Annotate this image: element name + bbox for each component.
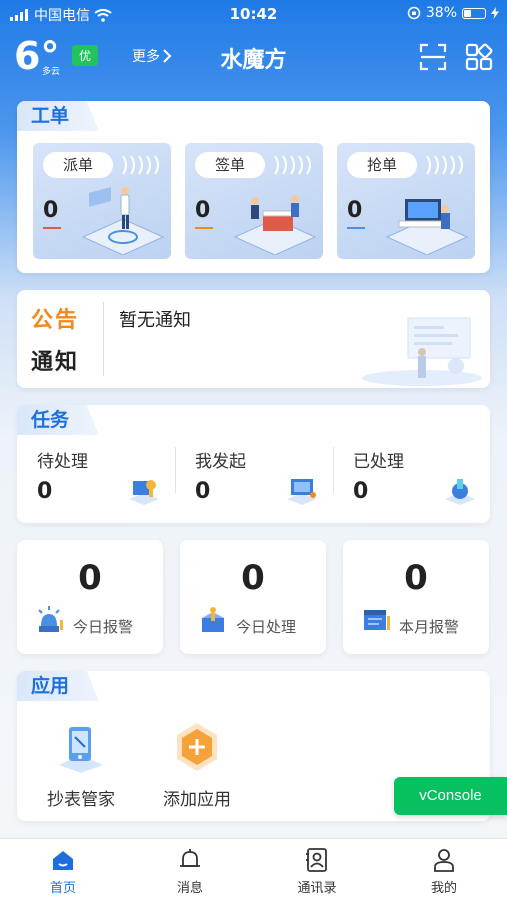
stat-month-alarm-count: 0 xyxy=(404,558,428,598)
grab-accent xyxy=(347,227,365,229)
bottom-tab-bar: 首页 消息 通讯录 我的 xyxy=(0,838,507,900)
work-order-card: 工单 派单 0 签单 0 抢单 0 xyxy=(17,101,490,273)
task-pending-label: 待处理 xyxy=(37,452,88,472)
month-calendar-icon xyxy=(364,610,390,630)
stat-today-alarm-count: 0 xyxy=(78,558,102,598)
stat-today-handled-label: 今日处理 xyxy=(236,618,297,636)
contacts-icon xyxy=(306,848,327,872)
sign-accent xyxy=(195,227,213,229)
sign-label: 签单 xyxy=(195,152,265,178)
status-bar: 中国电信 10:42 38% xyxy=(0,0,507,28)
stat-today-handled[interactable]: 0 今日处理 xyxy=(180,540,326,654)
scan-icon[interactable] xyxy=(418,42,448,72)
notice-title-line1: 公告 xyxy=(31,308,80,333)
handled-box-icon xyxy=(202,607,224,632)
work-order-title: 工单 xyxy=(17,101,100,131)
stat-today-alarm-label: 今日报警 xyxy=(73,618,134,636)
meter-reading-icon xyxy=(59,727,103,773)
task-title: 任务 xyxy=(17,405,100,435)
pending-task-icon xyxy=(129,480,159,505)
grab-tile[interactable]: 抢单 0 xyxy=(337,143,475,259)
status-right: 38% xyxy=(407,5,499,21)
apps-title: 应用 xyxy=(17,671,100,701)
notice-divider xyxy=(103,302,104,376)
waves-icon xyxy=(122,155,159,175)
tab-home-label: 首页 xyxy=(49,881,76,896)
processed-task-icon xyxy=(445,479,475,505)
person-icon xyxy=(434,849,454,872)
notice-card[interactable]: 公告 通知 暂无通知 xyxy=(17,290,490,388)
task-pending[interactable]: 待处理 0 xyxy=(17,445,175,515)
sign-illustration-icon xyxy=(233,195,317,255)
stat-today-alarm[interactable]: 0 今日报警 xyxy=(17,540,163,654)
app-meter-reading[interactable]: 抄表管家 xyxy=(31,717,131,813)
orientation-lock-icon xyxy=(407,6,421,20)
battery-percent: 38% xyxy=(425,5,457,21)
header: 6° 多云 优 更多 水魔方 xyxy=(0,30,507,86)
home-icon xyxy=(53,851,73,870)
waves-icon xyxy=(274,155,311,175)
sign-tile[interactable]: 签单 0 xyxy=(185,143,323,259)
alarm-siren-icon xyxy=(38,606,63,632)
app-add-label: 添加应用 xyxy=(163,790,231,810)
task-processed-label: 已处理 xyxy=(353,452,404,472)
notice-text: 暂无通知 xyxy=(119,310,191,331)
stat-month-alarm[interactable]: 0 本月报警 xyxy=(343,540,489,654)
initiated-task-icon xyxy=(287,479,317,505)
tab-profile-label: 我的 xyxy=(430,881,457,896)
battery-icon xyxy=(462,7,486,19)
dispatch-count: 0 xyxy=(43,198,59,223)
tab-contacts-label: 通讯录 xyxy=(297,881,337,896)
task-initiated-label: 我发起 xyxy=(195,452,246,472)
app-add[interactable]: 添加应用 xyxy=(147,717,247,813)
task-card: 任务 待处理 0 我发起 0 已处理 0 xyxy=(17,405,490,523)
dispatch-illustration-icon xyxy=(81,186,165,255)
vconsole-button[interactable]: vConsole xyxy=(394,777,507,815)
notice-illustration-icon xyxy=(362,317,482,386)
charging-icon xyxy=(491,7,499,19)
stat-month-alarm-label: 本月报警 xyxy=(399,618,460,636)
notice-title-line2: 通知 xyxy=(31,350,80,375)
dispatch-accent xyxy=(43,227,61,229)
task-processed[interactable]: 已处理 0 xyxy=(333,445,491,515)
grab-illustration-icon xyxy=(385,199,469,255)
dispatch-label: 派单 xyxy=(43,152,113,178)
add-app-icon xyxy=(177,723,217,771)
task-initiated-count: 0 xyxy=(195,479,211,504)
grab-label: 抢单 xyxy=(347,152,417,178)
waves-icon xyxy=(426,155,463,175)
app-meter-reading-label: 抄表管家 xyxy=(47,790,115,810)
bell-icon xyxy=(180,849,200,867)
stat-today-handled-count: 0 xyxy=(241,558,265,598)
tab-messages-label: 消息 xyxy=(176,881,203,896)
dispatch-tile[interactable]: 派单 0 xyxy=(33,143,171,259)
grab-count: 0 xyxy=(347,198,363,223)
tab-contacts[interactable]: 通讯录 xyxy=(254,845,380,897)
sign-count: 0 xyxy=(195,198,211,223)
tab-messages[interactable]: 消息 xyxy=(127,845,253,897)
tab-home[interactable]: 首页 xyxy=(0,845,126,897)
task-processed-count: 0 xyxy=(353,479,369,504)
apps-grid-icon[interactable] xyxy=(464,42,494,72)
task-initiated[interactable]: 我发起 0 xyxy=(175,445,333,515)
tab-profile[interactable]: 我的 xyxy=(381,845,507,897)
battery-fill xyxy=(464,9,472,17)
task-pending-count: 0 xyxy=(37,479,53,504)
